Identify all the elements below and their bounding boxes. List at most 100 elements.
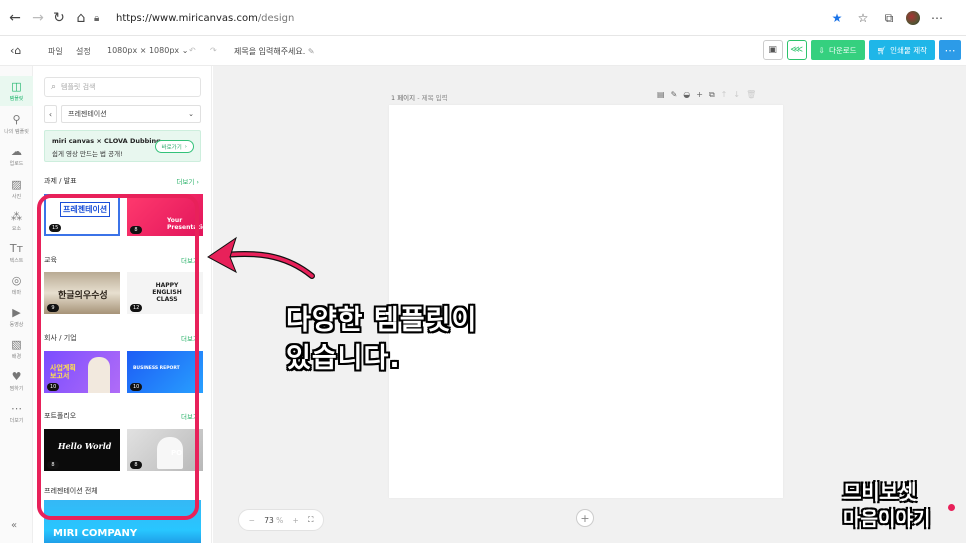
category-select[interactable]: 프레젠테이션 ⌄ <box>61 105 201 123</box>
url-path: /design <box>257 12 295 24</box>
chevron-down-icon: ⌄ <box>181 46 189 55</box>
banner-title: miri canvas × CLOVA Dubbing <box>52 137 161 145</box>
watermark-dot <box>948 504 955 511</box>
rail-item-upload[interactable]: ☁ 업로드 <box>0 141 33 171</box>
highlight-box <box>37 194 199 520</box>
lock-icon: 🔒︎ <box>94 12 100 24</box>
video-icon: ▶ <box>12 305 21 319</box>
duplicate-icon[interactable]: ⧉ <box>709 90 715 100</box>
forward-arrow-icon[interactable]: → <box>27 7 49 29</box>
elements-icon: ⁂ <box>11 209 22 223</box>
download-icon: ⇩ <box>818 45 825 55</box>
banner-go-button[interactable]: 바로가기 › <box>154 140 194 153</box>
search-icon: ⌕ <box>51 82 57 92</box>
address-bar[interactable]: 🔒︎ https://www.miricanvas.com/design <box>94 5 874 31</box>
section-more-link[interactable]: 더보기 › <box>176 176 199 186</box>
rail-item-my-template[interactable]: ⚲ 나의 템플릿 <box>0 109 33 139</box>
download-label: 다운로드 <box>828 45 857 55</box>
rail-item-theme[interactable]: ◎ 테마 <box>0 270 33 300</box>
page-title-input[interactable]: 제목 입력 <box>422 94 448 102</box>
zoom-out-icon[interactable]: − <box>249 516 255 525</box>
add-page-icon[interactable]: + <box>696 90 703 100</box>
annotation-arrow <box>207 236 315 279</box>
rail-label: 찜하기 <box>9 385 24 392</box>
home-nav-icon[interactable]: ‹⌂ <box>10 44 21 57</box>
category-back-button[interactable]: ‹ <box>44 105 57 123</box>
rail-item-background[interactable]: ▧ 배경 <box>0 334 33 364</box>
memo-icon[interactable]: ▤ <box>657 90 665 100</box>
add-page-button[interactable]: + <box>576 509 594 527</box>
rail-label: 나의 템플릿 <box>4 128 29 135</box>
share-icon[interactable]: ⋘ <box>786 40 807 60</box>
reload-icon[interactable]: ↻ <box>48 7 70 29</box>
rail-label: 업로드 <box>9 160 24 167</box>
menu-settings[interactable]: 설정 <box>76 46 91 57</box>
home-icon[interactable]: ⌂ <box>70 7 92 29</box>
rail-item-heart[interactable]: ♥ 찜하기 <box>0 366 33 396</box>
browser-toolbar: ← → ↻ ⌂ 🔒︎ https://www.miricanvas.com/de… <box>0 0 966 36</box>
heart-icon: ♥ <box>11 369 22 383</box>
bookmark-star-icon[interactable]: ★ <box>828 7 846 29</box>
rail-label: 요소 <box>11 225 22 232</box>
rail-label: 동영상 <box>9 321 24 328</box>
rail-label: 배경 <box>11 353 22 360</box>
save-icon[interactable]: ▣ <box>762 40 783 60</box>
collapse-rail-icon[interactable]: « <box>11 520 17 531</box>
rail-item-template[interactable]: ◫ 템플릿 <box>0 76 33 106</box>
template-icon: ◫ <box>11 79 22 93</box>
my-template-icon: ⚲ <box>12 112 21 126</box>
chevron-right-icon: › <box>184 143 187 150</box>
watermark-line1: 므비보셋 <box>843 480 917 504</box>
undo-icon[interactable]: ↶ <box>189 46 196 55</box>
chevron-down-icon: ⌄ <box>188 110 194 118</box>
promo-banner[interactable]: miri canvas × CLOVA Dubbing 쉽게 영상 만드는 법 … <box>44 130 201 162</box>
design-title-input[interactable]: 제목을 입력해주세요. ✎ <box>234 46 315 57</box>
rail-item-photo[interactable]: ▨ 사진 <box>0 174 33 204</box>
section-title: 과제 / 발표 <box>44 177 77 185</box>
banner-subtitle: 쉽게 영상 만드는 법 공개! <box>52 150 123 158</box>
profile-avatar[interactable] <box>906 11 920 25</box>
rail-item-more[interactable]: ⋯ 더보기 <box>0 398 33 428</box>
download-button[interactable]: ⇩ 다운로드 <box>810 40 865 60</box>
category-value: 프레젠테이션 <box>68 110 107 118</box>
move-up-icon[interactable]: ↑ <box>721 90 728 100</box>
background-icon: ▧ <box>11 337 22 351</box>
annotation-line1: 다양한 템플릿이 <box>286 305 478 336</box>
thumb-text: MIRI COMPANY <box>53 528 138 539</box>
back-arrow-icon[interactable]: ← <box>4 7 26 29</box>
canvas-size-select[interactable]: 1080px × 1080px ⌄ <box>107 46 188 55</box>
print-button[interactable]: 🛒︎ 인쇄물 제작 <box>868 40 935 60</box>
fullscreen-icon[interactable]: ⛶ <box>308 515 313 525</box>
zoom-unit: % <box>276 515 284 525</box>
eyedropper-icon[interactable]: ✎ <box>671 90 678 100</box>
move-down-icon[interactable]: ↓ <box>733 90 740 100</box>
zoom-control: − 73 % + ⛶ <box>238 509 324 531</box>
page-toolbar: ▤ ✎ ◒ + ⧉ ↑ ↓ 🗑︎ <box>657 90 756 100</box>
design-title-text: 제목을 입력해주세요. <box>234 47 306 56</box>
delete-icon[interactable]: 🗑︎ <box>746 90 756 100</box>
favorites-icon[interactable]: ☆ <box>854 7 872 29</box>
menu-file[interactable]: 파일 <box>48 46 63 57</box>
zoom-in-icon[interactable]: + <box>293 516 299 525</box>
template-search-input[interactable]: ⌕ 템플릿 검색 <box>44 77 201 97</box>
zoom-value-group[interactable]: 73 % <box>264 516 283 525</box>
zoom-value: 73 <box>264 515 274 525</box>
canvas-size-value: 1080px × 1080px <box>107 46 180 55</box>
paint-bucket-icon[interactable]: ◒ <box>683 90 690 100</box>
more-options-button[interactable]: ⋯ <box>939 40 961 60</box>
left-rail: ◫ 템플릿 ⚲ 나의 템플릿 ☁ 업로드 ▨ 사진 ⁂ 요소 Tт 텍스트 ◎ 테마 ▶ 동영상… <box>0 66 33 543</box>
rail-item-elements[interactable]: ⁂ 요소 <box>0 206 33 236</box>
rail-item-text[interactable]: Tт 텍스트 <box>0 238 33 268</box>
rail-item-video[interactable]: ▶ 동영상 <box>0 302 33 332</box>
page-label: 1 페이지 - 제목 입력 <box>391 94 448 102</box>
search-placeholder: 템플릿 검색 <box>61 83 96 91</box>
collections-icon[interactable]: ⧉ <box>880 7 898 29</box>
browser-menu-icon[interactable]: ⋯ <box>928 7 946 29</box>
watermark-line2: 마음이야기 <box>843 508 931 530</box>
rail-label: 사진 <box>11 193 22 200</box>
redo-icon[interactable]: ↷ <box>210 46 217 55</box>
photo-icon: ▨ <box>11 177 22 191</box>
print-label: 인쇄물 제작 <box>890 45 927 55</box>
pencil-icon: ✎ <box>307 47 315 56</box>
more-icon: ⋯ <box>11 401 22 415</box>
